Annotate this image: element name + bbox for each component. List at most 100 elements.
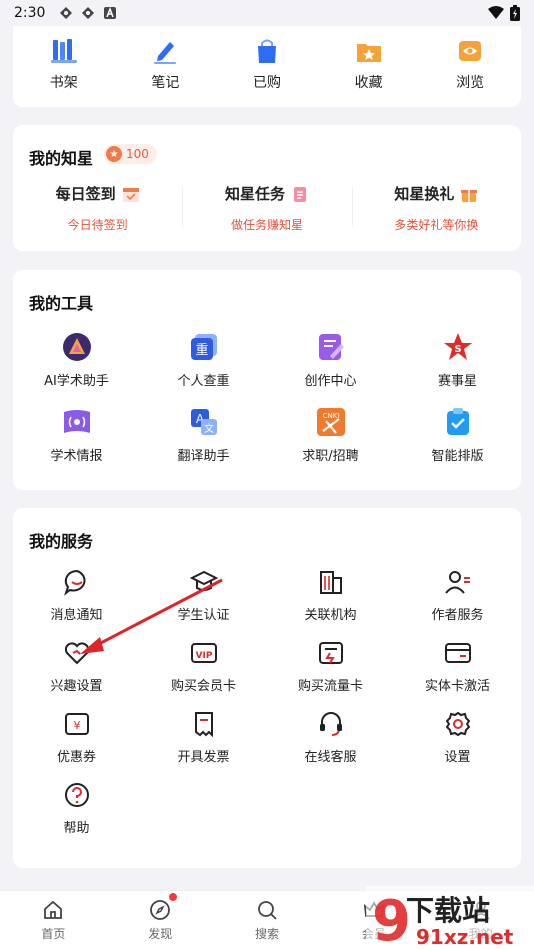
tool-academic-info[interactable]: 学术情报 — [13, 407, 140, 464]
service-label: 在线客服 — [304, 750, 357, 765]
wifi-icon — [488, 6, 504, 19]
service-online-support[interactable]: 在线客服 — [267, 710, 394, 765]
gear-icon — [445, 711, 470, 737]
tab-home[interactable]: 首页 — [0, 891, 107, 950]
customer-service-icon — [319, 712, 342, 736]
battery-icon — [510, 5, 520, 21]
ai-assistant-icon — [62, 333, 91, 361]
tool-label: AI学术助手 — [44, 374, 109, 389]
tool-competition-star[interactable]: S 赛事星 — [394, 332, 521, 389]
tool-creation-center[interactable]: 创作中心 — [267, 332, 394, 389]
watermark-text-1: 下载站 — [406, 894, 490, 927]
jobs-icon: CNKI — [316, 408, 345, 436]
graduation-cap-icon — [189, 570, 218, 591]
service-label: 购买会员卡 — [170, 679, 236, 694]
tool-label: 求职/招聘 — [302, 449, 359, 464]
star-tasks-sub: 做任务赚知星 — [230, 218, 303, 232]
service-settings[interactable]: 设置 — [394, 710, 521, 765]
zhixing-points: 100 — [126, 147, 149, 161]
coupon-icon: ¥ — [64, 713, 89, 735]
tool-duplicate-check[interactable]: 重 个人查重 — [140, 332, 267, 389]
shortcut-bookshelf[interactable]: 书架 — [24, 36, 104, 92]
star-tasks[interactable]: 知星任务 做任务赚知星 — [182, 183, 351, 233]
daily-checkin-title: 每日签到 — [55, 185, 116, 203]
creation-icon — [318, 334, 344, 360]
service-label: 消息通知 — [50, 608, 103, 623]
svg-text:重: 重 — [195, 342, 208, 358]
service-label: 购买流量卡 — [297, 679, 363, 694]
author-icon — [444, 571, 470, 594]
star-tasks-title: 知星任务 — [224, 185, 285, 203]
competition-star-icon: S — [443, 333, 472, 360]
star-gifts-sub: 多类好礼等你换 — [394, 218, 479, 232]
svg-text:S: S — [454, 344, 461, 355]
tool-jobs[interactable]: CNKI 求职/招聘 — [267, 407, 394, 464]
a-letter-icon — [104, 6, 117, 19]
zhixing-points-badge[interactable]: ★ 100 — [104, 144, 157, 164]
shopping-bag-icon — [257, 39, 276, 63]
status-bar: 2:30 — [0, 0, 534, 26]
service-institution[interactable]: 关联机构 — [267, 568, 394, 623]
service-label: 设置 — [444, 750, 471, 765]
help-icon — [64, 783, 89, 807]
service-student-verify[interactable]: 学生认证 — [140, 568, 267, 623]
service-label: 帮助 — [63, 821, 90, 836]
svg-text:CNKI: CNKI — [322, 412, 339, 420]
tab-label: 搜索 — [254, 927, 279, 941]
svg-text:文: 文 — [204, 422, 214, 435]
service-label: 关联机构 — [304, 608, 357, 623]
heart-icon — [64, 642, 89, 665]
service-buy-vip[interactable]: VIP 购买会员卡 — [140, 639, 267, 694]
star-coin-icon: ★ — [106, 146, 122, 162]
data-card-icon — [318, 642, 343, 664]
task-icon — [294, 186, 306, 202]
star-gifts[interactable]: 知星换礼 多类好礼等你换 — [351, 183, 521, 233]
notification-dot — [168, 893, 177, 901]
vip-icon: VIP — [190, 643, 217, 663]
tool-label: 学术情报 — [50, 449, 103, 464]
svg-text:¥: ¥ — [73, 719, 80, 732]
compass-icon — [150, 900, 171, 920]
tool-label: 个人查重 — [177, 374, 230, 389]
gift-icon — [461, 189, 478, 202]
calendar-icon — [122, 187, 139, 202]
service-label: 学生认证 — [177, 608, 230, 623]
tab-discover[interactable]: 发现 — [107, 891, 214, 950]
watermark-logo: 9 下载站 91xz.net — [366, 886, 534, 950]
service-invoice[interactable]: 开具发票 — [140, 710, 267, 765]
watermark-text-2: 91xz.net — [416, 925, 514, 949]
tool-translate[interactable]: A文 翻译助手 — [140, 407, 267, 464]
pen-icon — [154, 42, 177, 64]
service-interests[interactable]: 兴趣设置 — [13, 639, 140, 694]
shortcut-favorites[interactable]: 收藏 — [329, 36, 409, 92]
zhixing-title: 我的知星 — [29, 149, 94, 168]
academic-info-icon — [63, 410, 90, 433]
daily-checkin-sub: 今日待签到 — [67, 218, 128, 232]
shortcut-purchased[interactable]: 已购 — [227, 36, 307, 92]
shortcut-label: 收藏 — [354, 75, 383, 91]
service-author[interactable]: 作者服务 — [394, 568, 521, 623]
tool-smart-layout[interactable]: 智能排版 — [394, 407, 521, 464]
app-notification-icon-2 — [82, 7, 95, 19]
service-label: 开具发票 — [177, 750, 230, 765]
shortcut-label: 笔记 — [151, 75, 180, 91]
tab-search[interactable]: 搜索 — [214, 891, 321, 950]
service-activate-card[interactable]: 实体卡激活 — [394, 639, 521, 694]
shortcut-label: 书架 — [49, 75, 78, 91]
shortcuts-card: 书架 笔记 已购 收藏 浏览 — [13, 26, 521, 107]
service-label: 兴趣设置 — [50, 679, 103, 694]
service-coupons[interactable]: ¥ 优惠券 — [13, 710, 140, 765]
translate-icon: A文 — [190, 409, 217, 435]
tool-ai-assistant[interactable]: AI学术助手 — [13, 332, 140, 389]
shortcut-notes[interactable]: 笔记 — [125, 36, 205, 92]
service-help[interactable]: 帮助 — [13, 781, 140, 836]
shortcut-history[interactable]: 浏览 — [430, 36, 510, 92]
service-label: 作者服务 — [431, 608, 484, 623]
service-label: 优惠券 — [56, 750, 96, 765]
shortcut-label: 已购 — [252, 75, 281, 91]
eye-icon — [459, 41, 482, 61]
tool-label: 创作中心 — [304, 374, 357, 389]
daily-checkin[interactable]: 每日签到 今日待签到 — [13, 183, 182, 233]
service-messages[interactable]: 消息通知 — [13, 568, 140, 623]
service-buy-data[interactable]: 购买流量卡 — [267, 639, 394, 694]
